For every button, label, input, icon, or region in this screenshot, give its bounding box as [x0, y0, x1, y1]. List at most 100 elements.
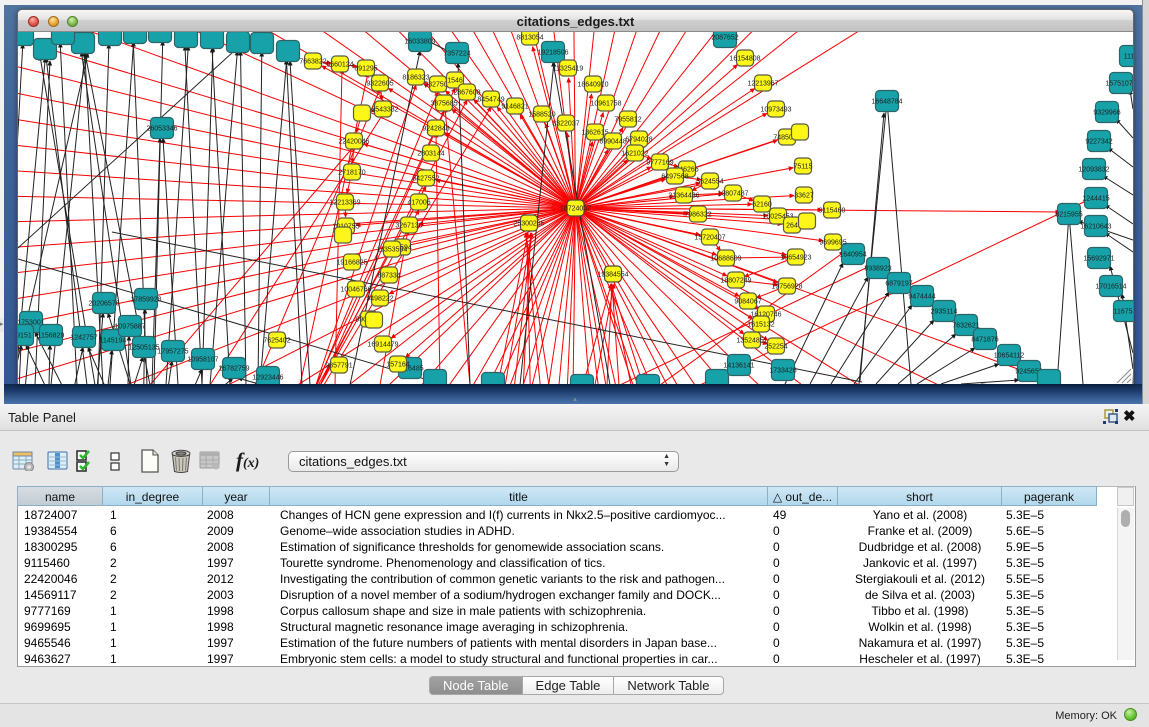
svg-text:10975887: 10975887: [114, 324, 145, 331]
svg-text:9322605: 9322605: [366, 81, 393, 88]
svg-text:12923446: 12923446: [252, 375, 283, 382]
svg-text:16914479: 16914479: [367, 342, 398, 349]
svg-text:10807487: 10807487: [717, 191, 748, 198]
svg-text:16210643: 16210643: [1080, 224, 1111, 231]
svg-text:16033809: 16033809: [404, 39, 435, 46]
svg-text:7625402: 7625402: [263, 338, 290, 345]
svg-text:25300285: 25300285: [513, 221, 544, 228]
svg-text:2718170: 2718170: [338, 170, 365, 177]
svg-text:10654112: 10654112: [994, 353, 1025, 360]
svg-text:1244415: 1244415: [1082, 196, 1109, 203]
svg-text:75115: 75115: [794, 164, 813, 171]
svg-text:15692971: 15692971: [1083, 256, 1114, 263]
svg-text:3624554: 3624554: [696, 179, 723, 186]
svg-text:8990448: 8990448: [599, 139, 626, 146]
svg-text:16154808: 16154808: [729, 56, 760, 63]
svg-text:157164: 157164: [386, 362, 409, 369]
svg-text:39151: 39151: [18, 333, 32, 340]
svg-text:14136141: 14136141: [723, 363, 754, 370]
svg-text:6879197: 6879197: [885, 281, 912, 288]
svg-text:19218506: 19218506: [537, 50, 568, 57]
svg-text:10046766: 10046766: [340, 287, 371, 294]
svg-text:11353594: 11353594: [377, 247, 408, 254]
svg-text:1145194: 1145194: [100, 338, 127, 345]
svg-text:9498222: 9498222: [366, 296, 393, 303]
svg-text:891295: 891295: [354, 66, 377, 73]
svg-text:7663822: 7663822: [299, 59, 326, 66]
svg-text:10961758: 10961758: [590, 101, 621, 108]
svg-text:2935114: 2935114: [931, 309, 958, 316]
svg-text:12213369: 12213369: [329, 200, 360, 207]
svg-text:16543382: 16543382: [367, 107, 398, 114]
svg-text:7357224: 7357224: [443, 51, 470, 58]
svg-text:9777169: 9777169: [646, 160, 673, 167]
svg-text:8938923: 8938923: [864, 266, 891, 273]
svg-text:1112: 1112: [1124, 54, 1133, 61]
svg-text:9115460: 9115460: [819, 208, 846, 215]
svg-text:26053346: 26053346: [146, 126, 177, 133]
svg-text:8813054: 8813054: [516, 35, 543, 42]
svg-text:16648784: 16648784: [871, 99, 902, 106]
svg-text:9660124: 9660124: [326, 62, 353, 69]
svg-text:1588520: 1588520: [528, 112, 555, 119]
svg-text:7986322: 7986322: [684, 212, 711, 219]
svg-text:19166825: 19166825: [336, 260, 367, 267]
svg-text:22420046: 22420046: [338, 139, 369, 146]
svg-text:8427552: 8427552: [412, 176, 439, 183]
svg-text:8215955: 8215955: [1055, 212, 1082, 219]
svg-text:7955812: 7955812: [614, 117, 641, 124]
svg-text:8454749: 8454749: [477, 97, 504, 104]
svg-text:12505135: 12505135: [128, 345, 159, 352]
svg-text:3267130: 3267130: [395, 223, 422, 230]
svg-text:1242757: 1242757: [70, 335, 97, 342]
svg-text:1546: 1546: [447, 78, 463, 85]
svg-text:8471876: 8471876: [971, 337, 998, 344]
svg-text:18640910: 18640910: [577, 82, 608, 89]
svg-text:15720407: 15720407: [694, 235, 725, 242]
svg-text:21364436: 21364436: [668, 193, 699, 200]
svg-text:6794028: 6794028: [625, 137, 652, 144]
svg-text:8186323: 8186323: [402, 75, 429, 82]
svg-text:10958107: 10958107: [187, 357, 218, 364]
svg-text:9329966: 9329966: [1093, 110, 1120, 117]
svg-text:417006: 417006: [407, 200, 430, 207]
svg-text:16782759: 16782759: [218, 366, 249, 373]
svg-text:10973493: 10973493: [760, 107, 791, 114]
svg-text:116753: 116753: [1114, 309, 1133, 316]
svg-text:17016514: 17016514: [1095, 284, 1126, 291]
svg-text:887334: 887334: [377, 273, 400, 280]
svg-text:18807249: 18807249: [720, 278, 751, 285]
svg-text:12093832: 12093832: [1078, 167, 1109, 174]
svg-text:9474444: 9474444: [908, 294, 935, 301]
svg-text:19756928: 19756928: [771, 284, 802, 291]
svg-text:33627: 33627: [794, 193, 814, 200]
svg-text:1640954: 1640954: [839, 252, 866, 259]
svg-text:62160: 62160: [752, 202, 772, 209]
svg-text:9699695: 9699695: [819, 240, 846, 247]
svg-text:17957275: 17957275: [157, 349, 188, 356]
svg-text:2087652: 2087652: [711, 35, 738, 42]
svg-text:13524851: 13524851: [736, 338, 767, 345]
svg-text:17859928: 17859928: [130, 297, 161, 304]
svg-text:9242848: 9242848: [422, 126, 449, 133]
svg-text:2803144: 2803144: [417, 151, 444, 158]
svg-text:264: 264: [786, 223, 798, 230]
svg-text:1733426: 1733426: [769, 368, 796, 375]
svg-text:252254: 252254: [764, 344, 787, 351]
svg-text:2867608: 2867608: [453, 90, 480, 97]
svg-text:15751074: 15751074: [1105, 81, 1133, 88]
svg-text:1621022: 1621022: [621, 151, 648, 158]
svg-text:9227342: 9227342: [1085, 139, 1112, 146]
svg-text:19384554: 19384554: [597, 272, 628, 279]
svg-text:1156829: 1156829: [38, 333, 65, 340]
svg-text:18724007: 18724007: [560, 206, 591, 213]
svg-text:9146821: 9146821: [501, 104, 528, 111]
svg-text:20206576: 20206576: [88, 301, 119, 308]
svg-text:1615132: 1615132: [747, 322, 774, 329]
svg-text:6497568: 6497568: [661, 174, 688, 181]
svg-text:3875685: 3875685: [430, 101, 457, 108]
svg-text:12213967: 12213967: [747, 81, 778, 88]
svg-text:11325419: 11325419: [553, 66, 584, 73]
svg-text:19654923: 19654923: [780, 255, 811, 262]
svg-text:8322037: 8322037: [552, 121, 579, 128]
